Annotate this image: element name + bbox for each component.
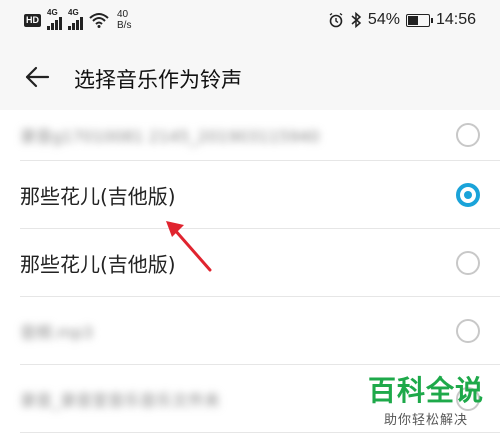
radio-unselected-icon[interactable] [456, 250, 480, 275]
network-type-label: 4G [47, 8, 58, 17]
battery-percent: 54% [367, 11, 400, 28]
bluetooth-icon [351, 12, 362, 28]
battery-icon [405, 13, 433, 27]
radio-unselected-icon[interactable] [456, 318, 480, 343]
back-arrow-icon [25, 66, 50, 88]
status-bar: HD 4G 4G 40 B/s 54% 14:56 [0, 0, 500, 44]
ringtone-title: 音频.mp3 [20, 322, 94, 342]
wifi-icon [89, 13, 109, 28]
network-speed: 40 B/s [117, 9, 131, 31]
hd-badge: HD [24, 13, 41, 27]
ringtone-title: 录音_录音室音乐音乐文件夹 [20, 390, 221, 410]
app-bar: 选择音乐作为铃声 [0, 44, 500, 110]
alarm-icon [329, 12, 343, 28]
speed-value: 40 [117, 9, 129, 20]
ringtone-row[interactable]: 那些花儿(吉他版) [20, 229, 500, 297]
back-button[interactable] [20, 60, 54, 94]
radio-unselected-icon[interactable] [456, 123, 480, 147]
status-right: 54% 14:56 [328, 11, 476, 29]
ringtone-title: 录音g17010081 2145_201903115940 [20, 127, 320, 146]
speed-unit: B/s [117, 20, 132, 31]
ringtone-row[interactable]: 录音g17010081 2145_201903115940 [20, 110, 500, 161]
watermark-logo: 百科全说 助你轻松解决 [367, 374, 484, 429]
ringtone-title: 那些花儿(吉他版) [20, 184, 176, 208]
status-left: HD 4G 4G 40 B/s [24, 8, 131, 31]
network-type-label: 4G [68, 8, 79, 17]
signal-icon: 4G [47, 8, 62, 30]
ringtone-row[interactable]: 音频.mp3 [20, 297, 500, 365]
page-title: 选择音乐作为铃声 [74, 68, 242, 92]
ringtone-title: 那些花儿(吉他版) [20, 252, 176, 276]
watermark-title: 百科全说 [367, 374, 484, 407]
ringtone-row[interactable]: 那些花儿(吉他版) [20, 161, 500, 229]
radio-selected-icon[interactable] [456, 182, 480, 207]
watermark-subtitle: 助你轻松解决 [383, 413, 468, 428]
signal-icon: 4G [68, 8, 83, 30]
clock-time: 14:56 [435, 11, 476, 28]
annotation-arrow [166, 221, 212, 272]
